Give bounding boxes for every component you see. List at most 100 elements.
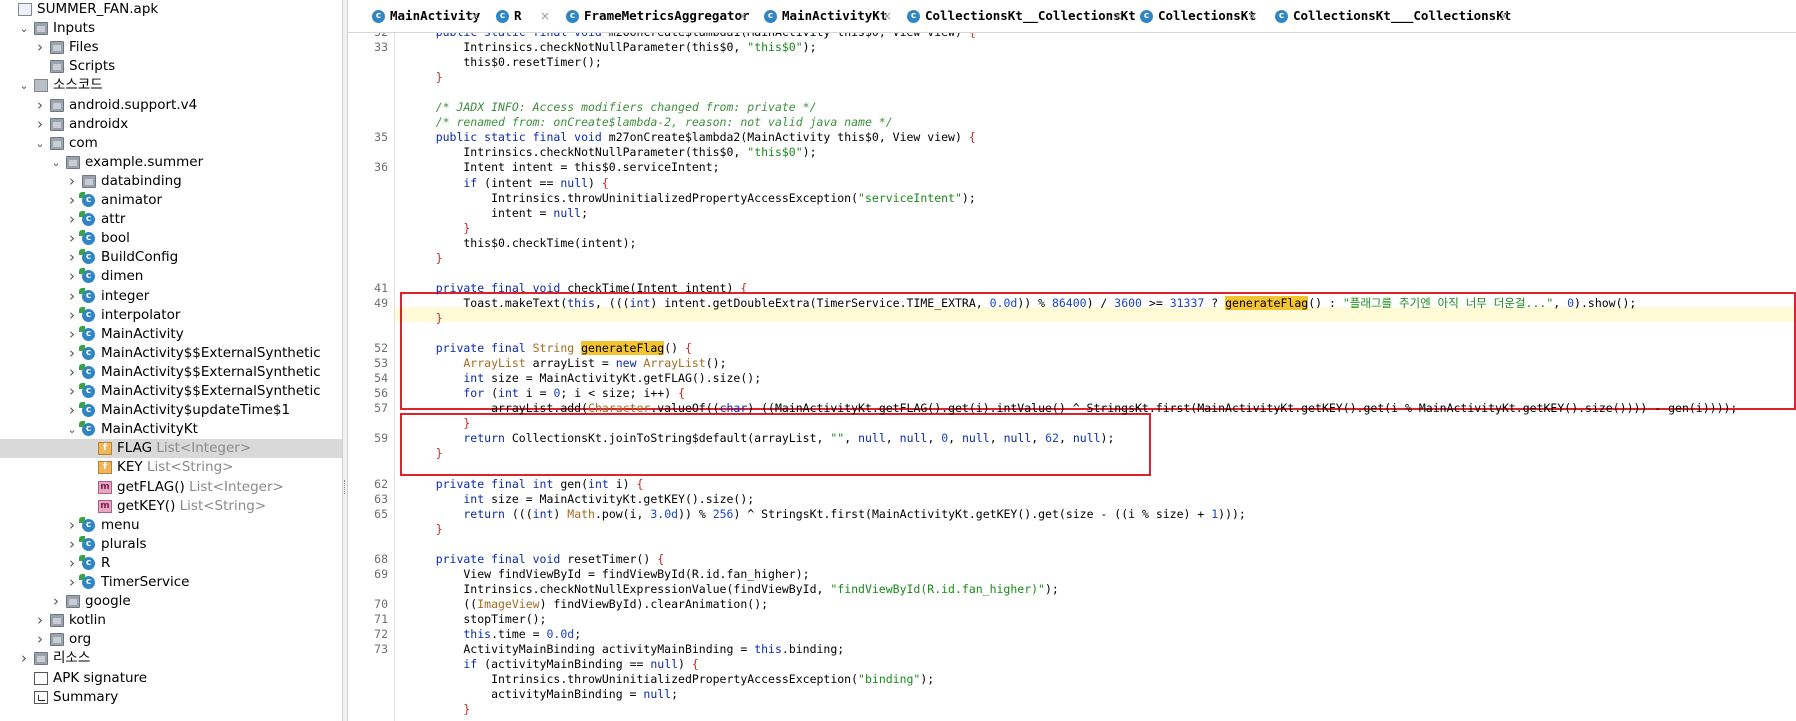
tree-item[interactable]: › c MainActivity$$ExternalSynthetic [0,344,342,363]
code-line[interactable]: public static final void m26onCreate$lam… [408,33,976,40]
code-line[interactable]: arrayList.add(Character.valueOf((char) (… [408,401,1737,416]
tree-item[interactable]: › 리소스 [0,649,342,668]
tree-item[interactable]: ⌄ c MainActivityKt [0,420,342,439]
code-line[interactable]: if (activityMainBinding == null) { [408,657,698,672]
tree-item[interactable]: › c BuildConfig [0,248,342,267]
chevron-down-icon[interactable]: ⌄ [50,153,62,172]
tree-item[interactable]: Scripts [0,57,342,76]
code-line[interactable]: Intent intent = this$0.serviceIntent; [408,160,719,175]
chevron-right-icon[interactable]: › [66,554,78,573]
tree-item[interactable]: SUMMER_FAN.apk [0,0,342,19]
chevron-right-icon[interactable]: › [66,573,78,592]
code-line[interactable]: /* renamed from: onCreate$lambda-2, reas… [408,115,893,130]
code-line[interactable]: private final int gen(int i) { [408,477,644,492]
chevron-right-icon[interactable]: › [66,287,78,306]
code-line[interactable]: if (intent == null) { [408,176,608,191]
tree-item[interactable]: › c integer [0,287,342,306]
code-line[interactable]: intent = null; [408,206,588,221]
chevron-right-icon[interactable]: › [66,306,78,325]
tree-item[interactable]: › databinding [0,172,342,191]
close-icon[interactable]: × [470,0,480,32]
code-line[interactable]: } [408,251,443,266]
tree-item[interactable]: › c interpolator [0,306,342,325]
chevron-right-icon[interactable]: › [66,535,78,554]
code-line[interactable]: } [408,702,470,717]
tree-item[interactable]: m getFLAG() List<Integer> [0,478,342,497]
tree-item[interactable]: › android.support.v4 [0,96,342,115]
code-line[interactable]: Intrinsics.checkNotNullParameter(this$0,… [408,40,816,55]
editor-tab[interactable]: c CollectionsKt__CollectionsKt × [895,0,1136,32]
code-line[interactable]: } [408,446,443,461]
chevron-right-icon[interactable]: › [18,649,30,668]
code-line[interactable]: Intrinsics.throwUninitializedPropertyAcc… [408,191,976,206]
chevron-right-icon[interactable]: › [66,363,78,382]
close-icon[interactable]: × [1113,0,1123,32]
editor-tab[interactable]: c CollectionsKt___CollectionsKt × [1263,0,1511,32]
tree-item[interactable]: › c R [0,554,342,573]
tree-item[interactable]: APK signature [0,669,342,688]
editor-tab[interactable]: c CollectionsKt × [1128,0,1258,32]
editor-tab[interactable]: c MainActivity × [360,0,480,32]
code-line[interactable]: Intrinsics.checkNotNullParameter(this$0,… [408,145,816,160]
code-line[interactable]: this$0.resetTimer(); [408,55,602,70]
chevron-right-icon[interactable]: › [66,516,78,535]
editor-tab[interactable]: c FrameMetricsAggregator × [554,0,750,32]
chevron-right-icon[interactable]: › [66,401,78,420]
code-line[interactable]: ((ImageView) findViewById).clearAnimatio… [408,597,768,612]
code-line[interactable]: /* JADX INFO: Access modifiers changed f… [408,100,817,115]
chevron-right-icon[interactable]: › [66,229,78,248]
chevron-right-icon[interactable]: › [50,592,62,611]
tree-item[interactable]: › c menu [0,516,342,535]
code-line[interactable]: Toast.makeText(this, (((int) intent.getD… [408,295,1636,311]
tree-item[interactable]: › kotlin [0,611,342,630]
code-line[interactable]: return (((int) Math.pow(i, 3.0d)) % 256)… [408,507,1245,522]
tree-item[interactable]: › Files [0,38,342,57]
code-line[interactable]: public static final void m27onCreate$lam… [408,130,976,145]
tree-item[interactable]: › c animator [0,191,342,210]
chevron-right-icon[interactable]: › [66,210,78,229]
close-icon[interactable]: × [738,0,748,32]
chevron-right-icon[interactable]: › [66,344,78,363]
code-line[interactable]: Intrinsics.throwUninitializedPropertyAcc… [408,672,934,687]
tree-item[interactable]: ⌄ com [0,134,342,153]
code-line[interactable]: activityMainBinding = null; [408,687,678,702]
chevron-right-icon[interactable]: › [34,96,46,115]
code-line[interactable]: int size = MainActivityKt.getKEY().size(… [408,492,754,507]
tree-item[interactable]: › c bool [0,229,342,248]
close-icon[interactable]: × [540,0,550,32]
tree-item[interactable]: › google [0,592,342,611]
tree-item[interactable]: › org [0,630,342,649]
tree-item[interactable]: ⌄ Inputs [0,19,342,38]
editor-tab[interactable]: c R × [484,0,550,32]
code-editor[interactable]: 3233353641495253545657596263656869707172… [348,33,1796,721]
chevron-right-icon[interactable]: › [34,630,46,649]
code-line[interactable]: return CollectionsKt.joinToString$defaul… [408,431,1114,446]
tree-item[interactable]: f FLAG List<Integer> [0,439,342,459]
tree-item[interactable]: ⌄ example.summer [0,153,342,172]
tree-item[interactable]: ⌄ 소스코드 [0,76,342,95]
code-line[interactable]: } [408,70,443,85]
code-line[interactable]: } [408,311,443,326]
code-line[interactable]: ArrayList arrayList = new ArrayList(); [408,356,726,371]
chevron-down-icon[interactable]: ⌄ [18,76,30,95]
chevron-right-icon[interactable]: › [66,267,78,286]
chevron-right-icon[interactable]: › [66,248,78,267]
code-line[interactable]: int size = MainActivityKt.getFLAG().size… [408,371,761,386]
code-line[interactable]: ActivityMainBinding activityMainBinding … [408,642,844,657]
tree-item[interactable]: m getKEY() List<String> [0,497,342,516]
close-icon[interactable]: × [1499,0,1509,32]
chevron-down-icon[interactable]: ⌄ [34,134,46,153]
tree-item[interactable]: › c plurals [0,535,342,554]
chevron-down-icon[interactable]: ⌄ [18,19,30,38]
tree-item[interactable]: › c MainActivity [0,325,342,344]
code-line[interactable]: } [408,416,470,431]
code-line[interactable]: this$0.checkTime(intent); [408,236,636,251]
chevron-right-icon[interactable]: › [34,115,46,134]
code-line[interactable]: Intrinsics.checkNotNullExpressionValue(f… [408,582,1058,597]
splitter-grip-icon[interactable] [344,480,347,494]
chevron-right-icon[interactable]: › [66,325,78,344]
chevron-right-icon[interactable]: › [66,191,78,210]
tree-item[interactable]: › c MainActivity$updateTime$1 [0,401,342,420]
editor-tab[interactable]: c MainActivityKt × [752,0,892,32]
code-line[interactable]: } [408,522,443,537]
